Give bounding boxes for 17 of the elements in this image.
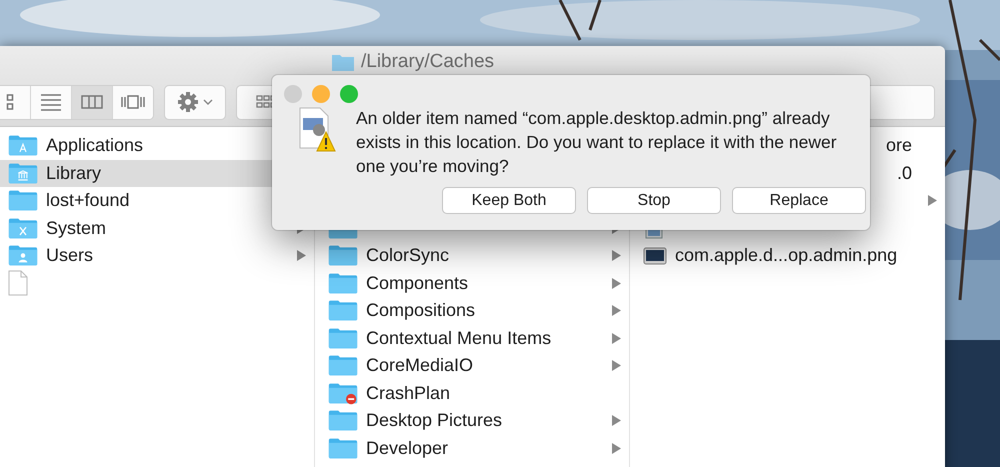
file-name: Contextual Menu Items (366, 328, 552, 349)
file-name: Library (46, 162, 102, 184)
file-name: Compositions (366, 300, 476, 322)
file-name: Developer (366, 438, 448, 459)
dialog-message: An older item named “com.apple.desktop.admin.png” already exists in this location. Do you want to replace it with the newer one you’re moving? (356, 107, 838, 178)
file-name: ColorSync (366, 245, 450, 266)
file-name: Users (46, 245, 94, 266)
file-name: .0 (896, 162, 912, 184)
file-name: CrashPlan (366, 382, 450, 404)
file-name: System (46, 218, 106, 239)
file-name: com.apple.d...op.admin.png (675, 245, 898, 266)
file-name: Applications (46, 135, 144, 156)
file-name: Components (366, 272, 468, 294)
file-name: Desktop Pictures (366, 410, 502, 432)
window-title: /Library/Caches (360, 51, 494, 73)
file-name: lost+found (46, 190, 130, 212)
file-name: CoreMediaIO (366, 355, 474, 376)
